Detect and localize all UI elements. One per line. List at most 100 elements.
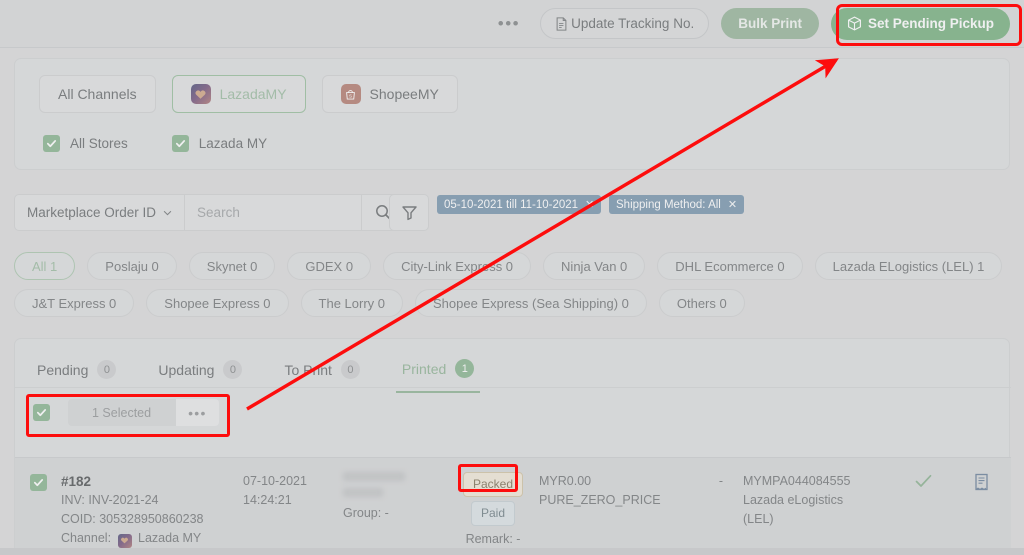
- courier-filter-pill[interactable]: The Lorry 0: [300, 289, 404, 317]
- courier-filter-pill[interactable]: Shopee Express 0: [146, 289, 289, 317]
- order-management-page: ••• Update Tracking No. Bulk Print Set P…: [0, 0, 1024, 555]
- status-badge-paid: Paid: [470, 501, 516, 526]
- courier-filter-pill[interactable]: Shopee Express (Sea Shipping) 0: [415, 289, 647, 317]
- courier-filter-pill[interactable]: City-Link Express 0: [383, 252, 532, 280]
- courier-filter-row-2: J&T Express 0 Shopee Express 0 The Lorry 0…: [14, 289, 1014, 317]
- search-field-label: Marketplace Order ID: [27, 205, 157, 220]
- channel-all-button[interactable]: All Channels: [39, 75, 156, 113]
- store-all-label: All Stores: [70, 136, 128, 151]
- courier-filter-pill-label: GDEX 0: [305, 258, 354, 274]
- check-icon: [915, 474, 931, 487]
- checkbox-checked-icon: [171, 135, 189, 152]
- courier-filter-pill[interactable]: Skynet 0: [188, 252, 276, 280]
- search-bar: Marketplace Order ID: [14, 194, 406, 231]
- order-date: 07-10-2021: [243, 474, 307, 488]
- order-confirmed-cell: [893, 472, 953, 488]
- courier-filter-pill[interactable]: Others 0: [658, 289, 745, 317]
- checkbox-checked-icon: [43, 135, 60, 152]
- filter-chip-shipping-method-label: Shipping Method: All: [616, 198, 721, 211]
- close-icon[interactable]: ✕: [728, 198, 737, 211]
- chevron-down-icon: [163, 210, 172, 215]
- tab-label: Pending: [37, 361, 89, 378]
- courier-filter-pill[interactable]: Poslaju 0: [87, 252, 177, 280]
- bulk-print-button[interactable]: Bulk Print: [721, 8, 819, 39]
- lazada-logo-icon: [117, 533, 132, 548]
- channel-lazada-label: LazadaMY: [219, 86, 287, 102]
- search-field-selector[interactable]: Marketplace Order ID: [15, 195, 186, 230]
- select-all-checkbox[interactable]: [33, 404, 50, 421]
- tab-label: Updating: [158, 361, 215, 378]
- order-customer-cell: Group: -: [343, 472, 447, 523]
- svg-text:S: S: [349, 93, 352, 98]
- tab-label: To Print: [284, 361, 332, 378]
- orders-panel: Pending 0 Updating 0 To Print 0 Printed 1 1 Sel…: [14, 338, 1011, 549]
- courier-filter-pill[interactable]: GDEX 0: [287, 252, 372, 280]
- row-checkbox[interactable]: [29, 474, 47, 491]
- store-checkbox-all[interactable]: All Stores: [43, 135, 128, 152]
- order-tracking-cell: MYMPA044084555 Lazada eLogistics (LEL): [743, 472, 893, 529]
- courier-filter-pill[interactable]: Lazada ELogistics (LEL) 1: [814, 252, 1003, 280]
- channel-shopee-button[interactable]: S ShopeeMY: [321, 75, 458, 113]
- channel-shopee-label: ShopeeMY: [369, 86, 439, 102]
- funnel-icon: [401, 206, 417, 221]
- top-toolbar: ••• Update Tracking No. Bulk Print Set P…: [0, 0, 1024, 48]
- tab-count-badge: 1: [455, 359, 475, 378]
- set-pending-pickup-button[interactable]: Set Pending Pickup: [830, 7, 1010, 40]
- redacted-customer-name: [343, 472, 405, 481]
- update-tracking-no-label: Update Tracking No.: [571, 16, 695, 31]
- update-tracking-no-button[interactable]: Update Tracking No.: [540, 8, 710, 39]
- courier-filter-pill-label: All 1: [32, 258, 58, 274]
- selection-toolbar: 1 Selected •••: [33, 399, 219, 426]
- courier-filter-pill[interactable]: DHL Ecommerce 0: [657, 252, 803, 280]
- package-box-icon: [847, 16, 861, 31]
- lazada-logo-icon: [190, 84, 211, 104]
- order-sku: PURE_ZERO_PRICE: [539, 493, 661, 507]
- channel-lazada-button[interactable]: LazadaMY: [171, 75, 306, 113]
- bulk-print-label: Bulk Print: [738, 16, 802, 31]
- store-checkbox-lazada-my[interactable]: Lazada MY: [171, 135, 267, 152]
- courier-filter-pill-label: Lazada ELogistics (LEL) 1: [832, 258, 985, 274]
- document-icon: [556, 16, 567, 31]
- courier-filter-pill-label: The Lorry 0: [318, 295, 386, 311]
- courier-filter-pill[interactable]: Ninja Van 0: [543, 252, 646, 280]
- order-channel-prefix: Channel:: [61, 531, 112, 545]
- order-courier-line-2: (LEL): [743, 512, 774, 526]
- selection-more-button[interactable]: •••: [175, 399, 219, 426]
- courier-filter-pill-label: Ninja Van 0: [561, 258, 628, 274]
- filter-button[interactable]: [389, 194, 429, 231]
- order-invoice-action-cell[interactable]: [953, 472, 1009, 492]
- courier-filter-pill[interactable]: All 1: [14, 252, 76, 280]
- divider: [15, 387, 1011, 388]
- courier-filter-pill-label: City-Link Express 0: [401, 258, 514, 274]
- order-coid: COID: 305328950860238: [61, 512, 204, 526]
- order-identity-cell: #182 INV: INV-2021-24 COID: 305328950860…: [61, 472, 243, 548]
- order-courier-line-1: Lazada eLogistics: [743, 493, 844, 507]
- order-datetime-cell: 07-10-2021 14:24:21: [243, 472, 343, 510]
- order-extra-cell: -: [718, 474, 724, 488]
- search-input[interactable]: [185, 195, 362, 230]
- order-status-cell: Packed Paid Remark: -: [447, 472, 539, 549]
- tab-count-badge: 0: [97, 360, 117, 379]
- order-channel-line: Channel: Lazada MY: [61, 529, 243, 548]
- order-remark: Remark: -: [465, 532, 521, 546]
- order-channel-name: Lazada MY: [138, 531, 202, 545]
- courier-filter-pill-label: Shopee Express 0: [164, 295, 271, 311]
- filter-chip-shipping-method[interactable]: Shipping Method: All ✕: [609, 195, 745, 214]
- order-time: 14:24:21: [243, 493, 292, 507]
- store-checkbox-group: All Stores Lazada MY: [43, 135, 267, 152]
- channel-filter-card: All Channels LazadaMY S ShopeeMY All Sto…: [14, 58, 1010, 170]
- courier-filter-pill-label: Poslaju 0: [105, 258, 159, 274]
- close-icon[interactable]: ✕: [585, 198, 594, 211]
- courier-filter-pill-label: DHL Ecommerce 0: [675, 258, 785, 274]
- courier-filter-pill-label: Others 0: [676, 295, 727, 311]
- courier-filter-pill[interactable]: J&T Express 0: [14, 289, 135, 317]
- redacted-customer-phone: [343, 488, 383, 497]
- tab-count-badge: 0: [223, 360, 243, 379]
- toolbar-more-button[interactable]: •••: [490, 15, 528, 32]
- filter-chip-date-range[interactable]: 05-10-2021 till 11-10-2021 ✕: [437, 195, 602, 214]
- horizontal-scrollbar[interactable]: [0, 548, 1024, 555]
- courier-filter-row-1: All 1 Poslaju 0 Skynet 0 GDEX 0 City-Link Ex…: [14, 252, 1014, 280]
- courier-filter-pill-label: J&T Express 0: [32, 295, 117, 311]
- order-tracking-number: MYMPA044084555: [743, 474, 851, 488]
- table-row[interactable]: #182 INV: INV-2021-24 COID: 305328950860…: [15, 457, 1011, 549]
